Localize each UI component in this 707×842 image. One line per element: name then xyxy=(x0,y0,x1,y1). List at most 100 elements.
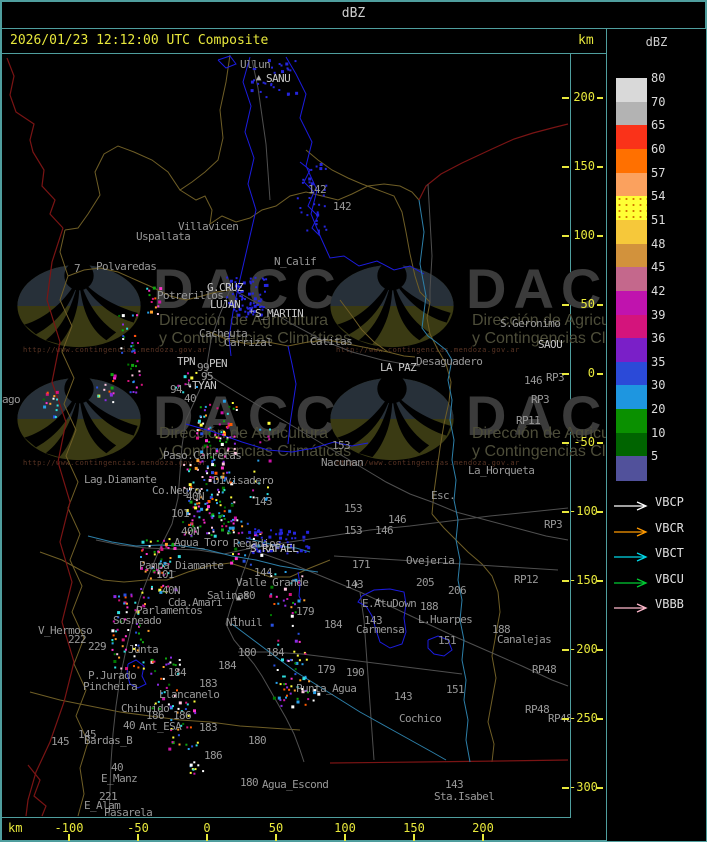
radar-cell xyxy=(183,375,187,379)
radar-cell xyxy=(316,211,319,214)
site-marker: ▲ xyxy=(236,593,242,603)
radar-cell xyxy=(114,638,117,641)
legend-band-label: 35 xyxy=(651,354,666,369)
radar-cell xyxy=(150,310,153,314)
y-axis-tick-label: -300 xyxy=(569,780,598,794)
radar-cell xyxy=(259,90,262,93)
radar-cell xyxy=(189,771,192,774)
radar-cell xyxy=(168,747,172,751)
radar-cell xyxy=(146,287,149,290)
radar-cell xyxy=(132,391,135,393)
radar-cell xyxy=(189,726,192,729)
radar-cell xyxy=(278,532,282,536)
vector-arrow-icon xyxy=(613,548,653,562)
radar-cell xyxy=(165,663,168,666)
radar-cell xyxy=(194,506,198,510)
radar-cell xyxy=(187,372,189,375)
radar-cell xyxy=(232,407,235,410)
radar-cell xyxy=(235,409,238,411)
radar-cell xyxy=(172,705,174,708)
radar-cell xyxy=(157,683,159,686)
radar-cell xyxy=(250,89,254,93)
radar-cell xyxy=(223,522,225,525)
map-place-label: L.Huarpes xyxy=(418,613,472,626)
radar-cell xyxy=(268,459,272,463)
legend-band-label: 42 xyxy=(651,283,666,298)
radar-cell xyxy=(227,521,230,523)
map-place-label: 229 xyxy=(88,640,106,653)
radar-cell xyxy=(218,491,220,494)
legend-band-label: 57 xyxy=(651,165,666,180)
radar-cell xyxy=(288,688,291,691)
radar-cell xyxy=(178,743,181,746)
radar-cell xyxy=(310,168,313,171)
radar-cell xyxy=(150,672,153,675)
y-axis-tick xyxy=(597,373,603,375)
radar-cell xyxy=(111,629,115,633)
radar-cell xyxy=(231,526,235,530)
road-line xyxy=(233,289,421,367)
radar-cell xyxy=(249,281,252,284)
radar-cell xyxy=(313,203,316,206)
radar-cell xyxy=(121,645,124,648)
radar-cell xyxy=(223,506,226,509)
radar-cell xyxy=(275,533,278,536)
radar-cell xyxy=(271,66,273,69)
y-axis-tick xyxy=(597,166,603,168)
map-place-label: La_Horqueta xyxy=(468,464,534,477)
radar-cell xyxy=(185,701,188,704)
radar-cell xyxy=(279,683,282,686)
y-axis-tick xyxy=(562,511,569,513)
radar-cell xyxy=(221,528,224,532)
radar-cell xyxy=(291,612,294,614)
radar-cell xyxy=(133,351,136,354)
radar-cell xyxy=(202,770,205,773)
map-place-label: Canalejas xyxy=(497,633,551,646)
radar-cell xyxy=(276,669,279,671)
map-place-label: 180 xyxy=(238,646,256,659)
radar-cell xyxy=(203,444,207,448)
map-place-label: 143 xyxy=(254,495,272,508)
radar-cell xyxy=(277,639,280,642)
legend-band-label: 70 xyxy=(651,94,666,109)
radar-cell xyxy=(127,629,130,631)
radar-cell xyxy=(220,519,223,522)
radar-cell xyxy=(153,550,156,553)
radar-cell xyxy=(198,419,201,423)
radar-cell xyxy=(274,573,277,576)
radar-cell xyxy=(296,197,299,200)
radar-cell xyxy=(249,277,252,280)
radar-cell xyxy=(220,466,224,470)
legend-band xyxy=(616,267,647,292)
radar-cell xyxy=(122,338,125,340)
radar-cell xyxy=(113,660,117,663)
map-place-label: Cochico xyxy=(399,712,441,725)
radar-cell xyxy=(302,535,306,539)
y-axis-tick-label: 100 xyxy=(573,228,595,242)
radar-cell xyxy=(241,525,244,528)
radar-cell xyxy=(195,744,198,747)
radar-cell xyxy=(171,741,174,744)
radar-cell xyxy=(301,663,304,666)
radar-cell xyxy=(221,525,224,528)
map-place-label: SANU xyxy=(266,72,290,85)
map-place-label: Sosneado xyxy=(113,614,161,627)
site-marker: + xyxy=(186,380,192,390)
radar-cell xyxy=(235,277,238,280)
legend-band-label: 5 xyxy=(651,449,659,464)
page-title: dBZ xyxy=(341,6,366,21)
radar-cell xyxy=(112,401,115,404)
radar-cell xyxy=(286,598,289,600)
map-place-label: 142 xyxy=(308,183,326,196)
map-place-label: 80 xyxy=(243,589,255,602)
map-place-label: N_Calif xyxy=(274,255,316,268)
radar-cell xyxy=(232,531,235,534)
map-place-label: Carrizal xyxy=(224,336,272,349)
map-place-label: G.CRUZ xyxy=(207,281,244,294)
radar-cell xyxy=(138,370,141,373)
radar-cell xyxy=(121,638,125,642)
map-place-label: Catitas xyxy=(310,335,352,348)
radar-cell xyxy=(270,623,274,627)
radar-cell xyxy=(111,639,114,641)
radar-cell xyxy=(283,683,286,686)
